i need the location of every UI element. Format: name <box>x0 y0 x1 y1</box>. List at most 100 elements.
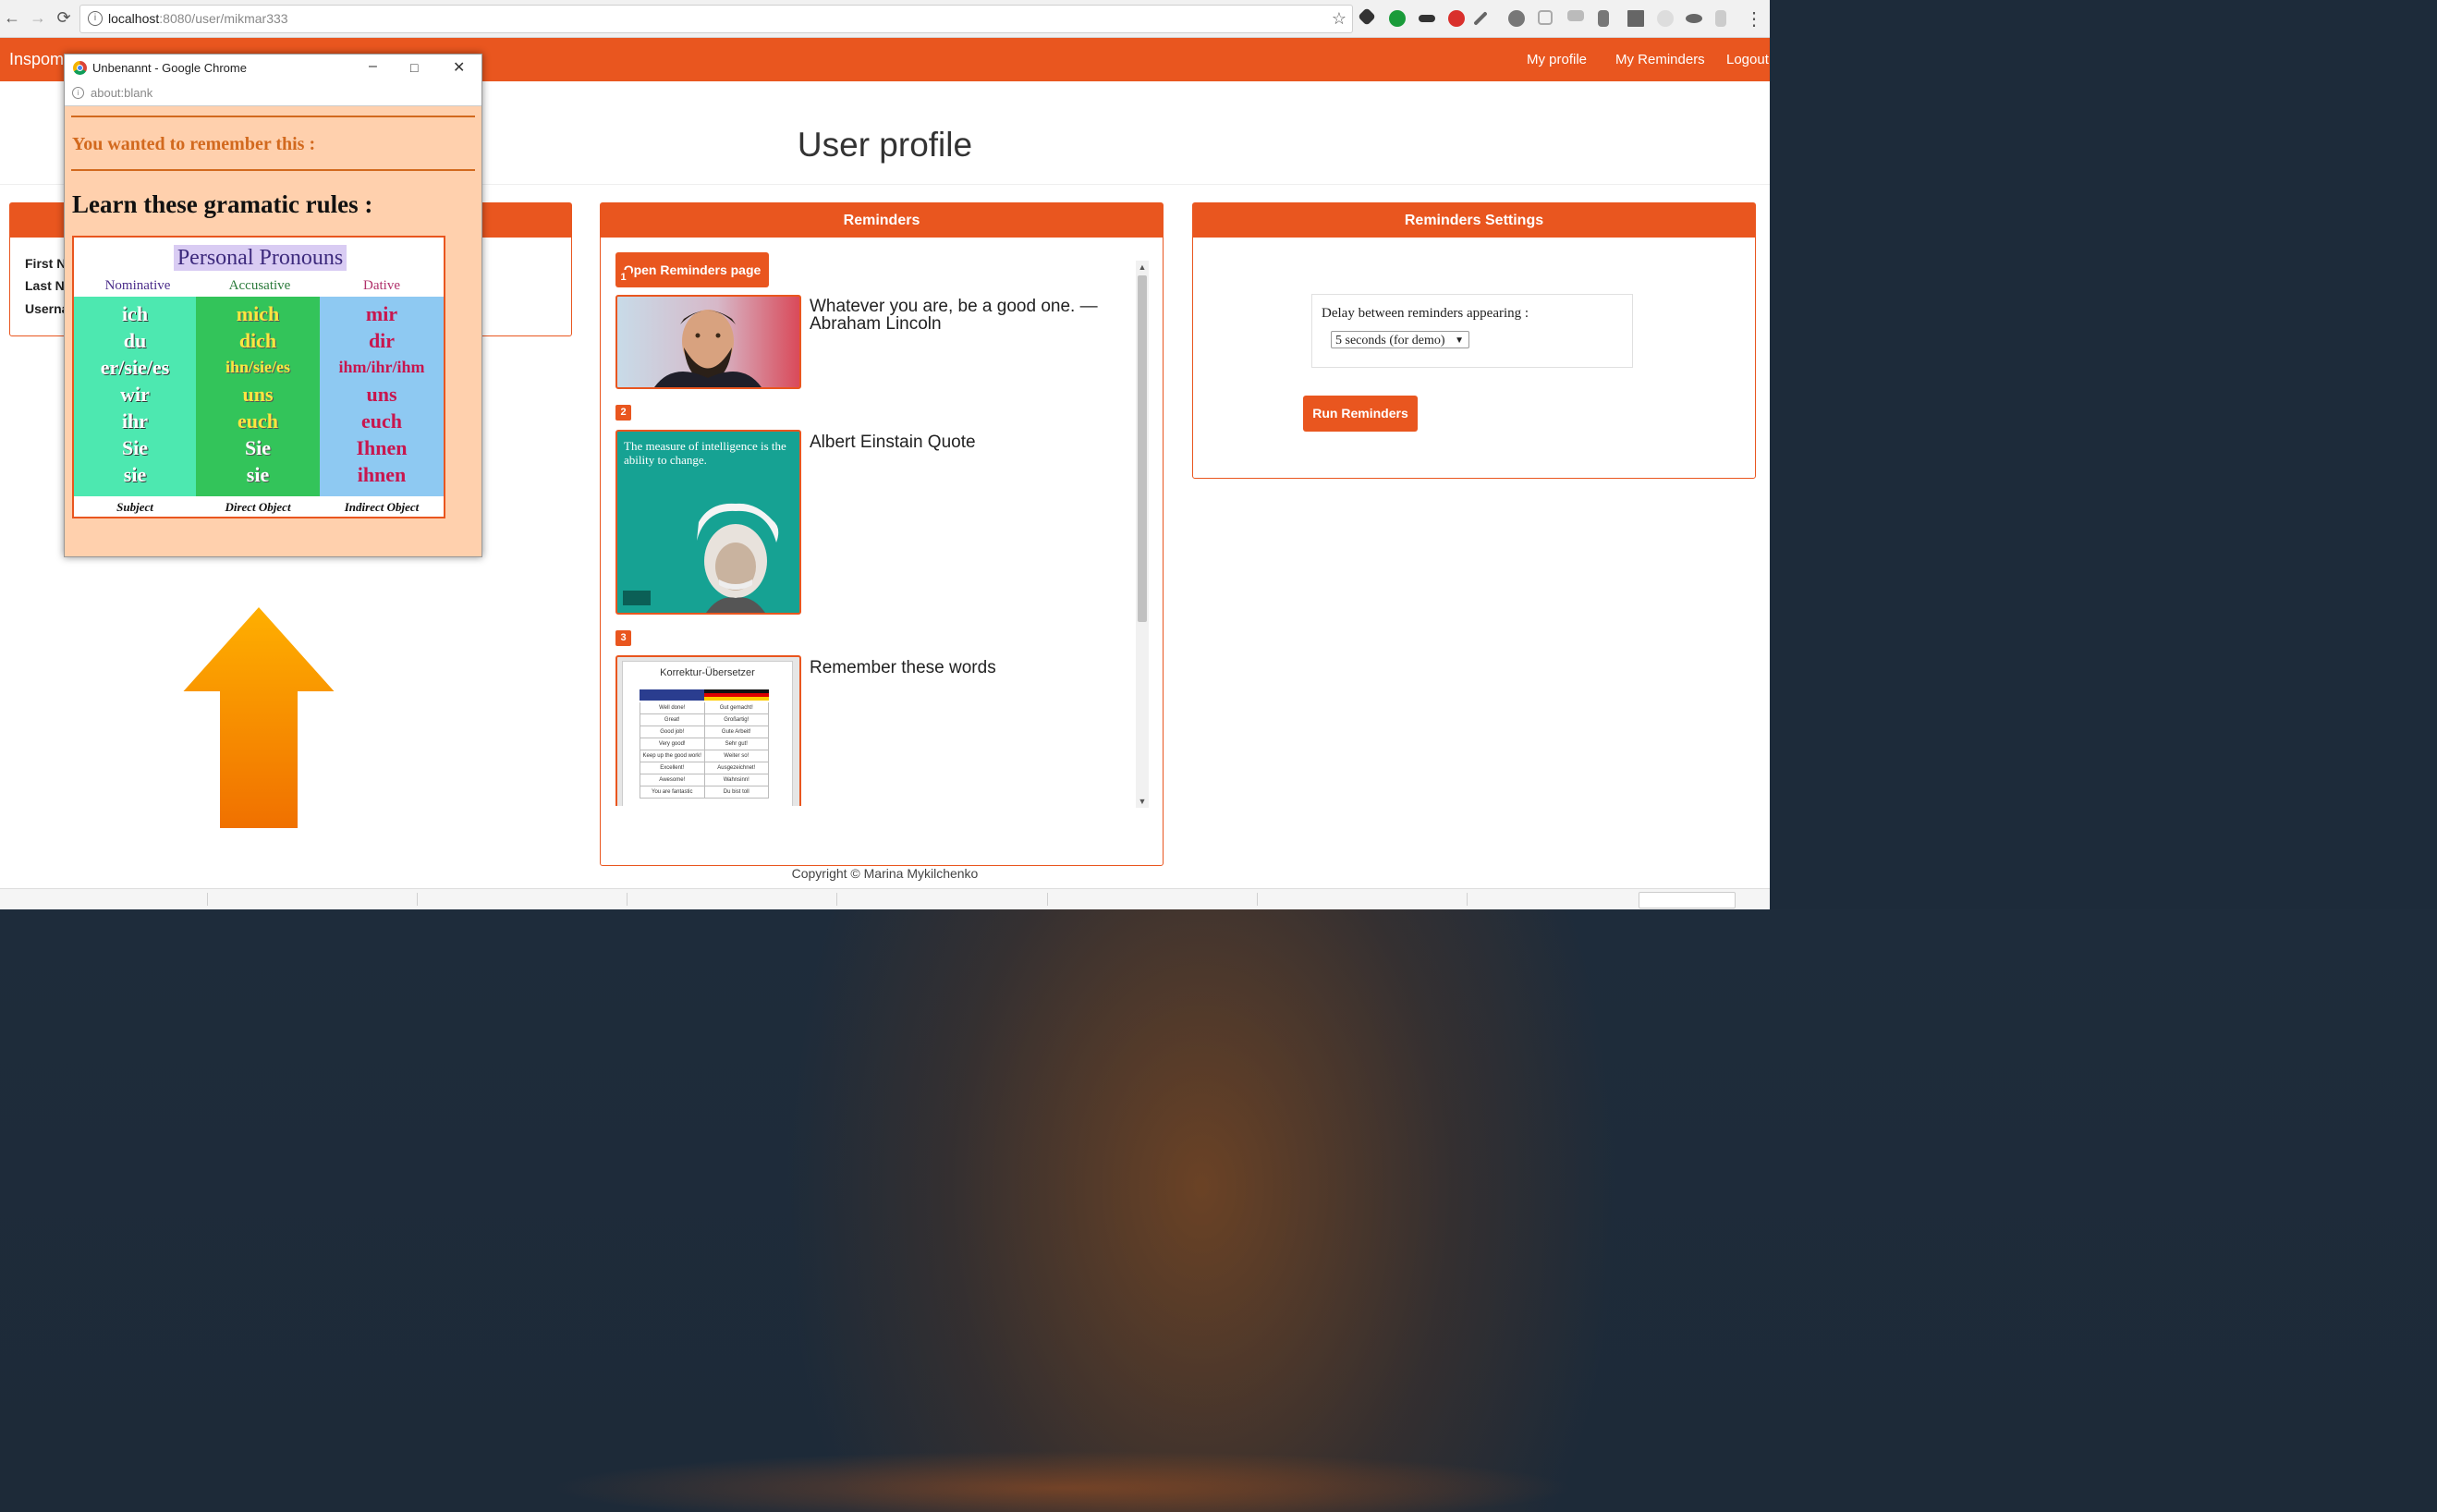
back-button[interactable]: ← <box>2 7 22 28</box>
downloads-divider <box>836 893 837 906</box>
reminders-scrollbar[interactable]: ▲ ▼ <box>1136 261 1149 808</box>
pronoun-word: ihn/sie/es <box>225 358 290 376</box>
translation-sheet: Korrektur-Übersetzer Well done! Gut gemac… <box>622 661 793 806</box>
url-path: :8080/user/mikmar333 <box>159 11 288 26</box>
desktop-background <box>0 909 2437 1512</box>
dative-column: mir dir ihm/ihr/ihm uns euch Ihnen ihnen <box>320 297 444 496</box>
s-extension-icon[interactable] <box>1627 10 1644 27</box>
pronoun-word: Ihnen <box>356 436 408 459</box>
glasses-extension-icon[interactable] <box>1419 15 1435 22</box>
scroll-up-icon[interactable]: ▲ <box>1136 262 1149 272</box>
settings-panel-header: Reminders Settings <box>1193 203 1755 238</box>
pronoun-word: Sie <box>244 436 272 459</box>
table-cell: Wahnsinn! <box>723 777 749 783</box>
table-cell: Du bist toll <box>723 789 749 795</box>
downloads-bar <box>0 888 1770 909</box>
table-cell: Well done! <box>640 702 705 713</box>
einstein-image[interactable]: The measure of intelligence is the abili… <box>615 430 801 615</box>
delay-label: Delay between reminders appearing : <box>1322 306 1529 321</box>
menu-icon[interactable]: ⋮ <box>1745 7 1763 30</box>
nav-my-reminders[interactable]: My Reminders <box>1615 52 1705 67</box>
table-row: Very good! Sehr gut! <box>640 738 769 750</box>
table-cell: Good job! <box>640 726 705 738</box>
lincoln-portrait <box>654 310 762 387</box>
indirect-object-footer: Indirect Object <box>344 500 420 514</box>
downloads-divider <box>1257 893 1258 906</box>
minimize-icon[interactable]: – <box>369 58 377 75</box>
close-icon[interactable]: ✕ <box>453 58 465 77</box>
info-icon: i <box>72 87 84 99</box>
reminder-text: Whatever you are, be a good one. — Abrah… <box>810 297 1098 334</box>
table-cell: Keep up the good work! <box>640 750 705 762</box>
words-table: Well done! Gut gemacht! Great! Großartig! Go… <box>640 702 769 799</box>
table-cell: Very good! <box>640 738 705 750</box>
lincoln-image[interactable] <box>615 295 801 389</box>
pronoun-word: Sie <box>121 436 149 459</box>
pronoun-word: euch <box>238 409 278 433</box>
pronoun-word: er/sie/es <box>100 356 170 379</box>
adblock-extension-icon[interactable] <box>1448 10 1465 27</box>
scroll-thumb[interactable] <box>1138 275 1147 622</box>
show-all-button[interactable] <box>1639 892 1736 908</box>
reminders-list: 1 Whatever you are, be a good one. — Abr… <box>615 261 1151 806</box>
eyedropper-extension-icon[interactable] <box>1473 11 1488 26</box>
first-name-label: First N <box>25 256 67 271</box>
address-url: localhost:8080/user/mikmar333 <box>108 11 288 26</box>
table-cell: Gute Arbeit! <box>721 729 751 735</box>
arrow-up-icon <box>176 602 342 832</box>
pronoun-word: mich <box>236 302 280 325</box>
reminder-number: 1 <box>615 270 631 286</box>
lock-extension-icon[interactable] <box>1598 10 1609 27</box>
downloads-divider <box>627 893 628 906</box>
run-reminders-button[interactable]: Run Reminders <box>1303 396 1418 432</box>
nominative-column: ich du er/sie/es wir ihr Sie sie <box>74 297 196 496</box>
nav-my-profile[interactable]: My profile <box>1527 52 1587 67</box>
maximize-icon[interactable]: □ <box>410 60 418 75</box>
delay-select-value: 5 seconds (for demo) <box>1335 334 1445 348</box>
pen-extension-icon[interactable] <box>1358 7 1376 26</box>
table-row: Awesome! Wahnsinn! <box>640 774 769 786</box>
green-extension-icon[interactable] <box>1389 10 1406 27</box>
reminder-text: Albert Einstain Quote <box>810 433 976 452</box>
table-row: Good job! Gute Arbeit! <box>640 726 769 738</box>
pronoun-word: sie <box>246 463 270 486</box>
address-bar[interactable]: i localhost:8080/user/mikmar333 ☆ <box>79 5 1353 33</box>
copy-extension-icon[interactable] <box>1538 10 1553 25</box>
star-icon[interactable]: ☆ <box>1332 9 1346 29</box>
nav-logout[interactable]: Logout <box>1726 52 1769 67</box>
reminders-panel: Reminders Open Reminders page 1 Whatever… <box>600 202 1164 866</box>
table-cell: You are fantastic <box>640 786 705 798</box>
cloud-extension-icon[interactable] <box>1657 10 1674 27</box>
de-flag <box>704 689 769 701</box>
popup-message: You wanted to remember this : <box>72 134 316 154</box>
table-cell: Gut gemacht! <box>719 705 753 711</box>
forward-button[interactable]: → <box>28 7 48 28</box>
accusative-column: mich dich ihn/sie/es uns euch Sie sie <box>196 297 320 496</box>
table-cell: Großartig! <box>724 717 749 723</box>
info-icon[interactable]: i <box>88 11 103 26</box>
pronoun-word: du <box>123 329 147 352</box>
accusative-header: Accusative <box>228 278 291 293</box>
chrome-icon <box>73 61 87 75</box>
scroll-down-icon[interactable]: ▼ <box>1136 797 1149 806</box>
popup-address-bar[interactable]: i about:blank <box>65 81 481 106</box>
popup-titlebar[interactable]: Unbenannt - Google Chrome – □ ✕ <box>65 55 481 81</box>
pronoun-word: dir <box>368 329 396 352</box>
popup-url-text: about:blank <box>91 86 153 100</box>
eye-extension-icon[interactable] <box>1686 14 1702 23</box>
downloads-divider <box>207 893 208 906</box>
url-host: localhost <box>108 11 160 26</box>
table-extension-icon[interactable] <box>1567 10 1584 21</box>
table-cell: Awesome! <box>640 774 705 786</box>
gear-extension-icon[interactable] <box>1508 10 1525 27</box>
downloads-divider <box>417 893 418 906</box>
puzzle-extension-icon[interactable] <box>1715 10 1726 27</box>
words-image[interactable]: Korrektur-Übersetzer Well done! Gut gemac… <box>615 655 801 806</box>
popup-heading: Learn these gramatic rules : <box>72 190 373 218</box>
browser-toolbar: ← → ⟳ i localhost:8080/user/mikmar333 ☆ … <box>0 0 1770 38</box>
last-name-label: Last N <box>25 278 65 293</box>
reminder-number: 3 <box>615 630 631 646</box>
brand-logo[interactable]: Inspom <box>9 50 64 69</box>
delay-select[interactable]: 5 seconds (for demo) ▼ <box>1331 331 1469 348</box>
reload-button[interactable]: ⟳ <box>54 7 74 28</box>
